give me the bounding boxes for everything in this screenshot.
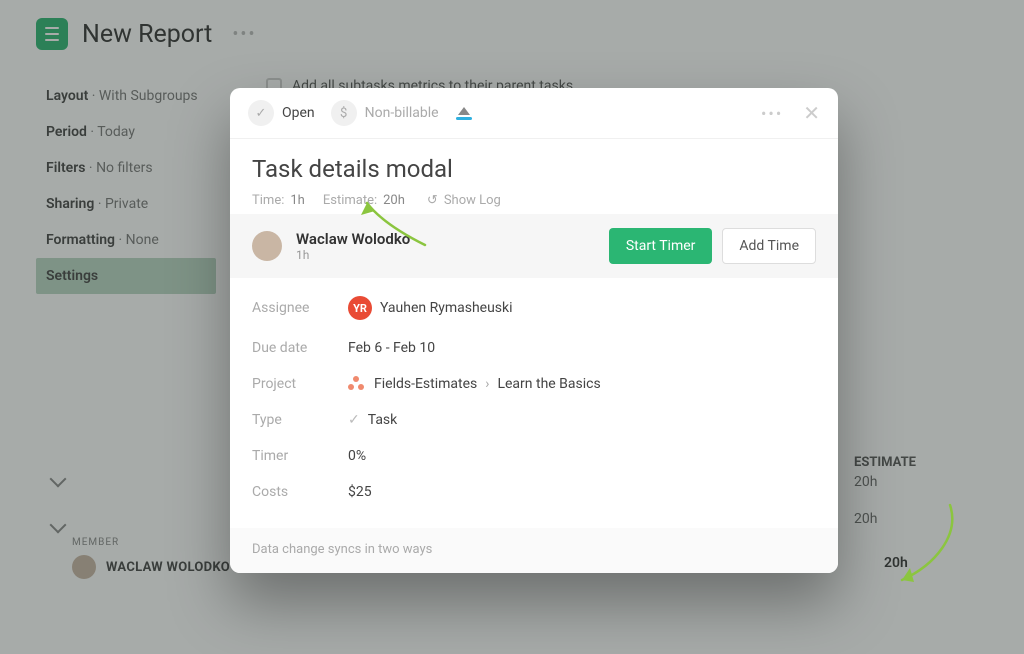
avatar-initials: YR (348, 296, 372, 320)
avatar (252, 231, 282, 261)
owner-time: 1h (296, 248, 410, 262)
project-icon (348, 378, 366, 390)
assignee-value[interactable]: YR Yauhen Rymasheuski (348, 296, 513, 320)
timer-value: 0% (348, 448, 366, 464)
time-label: Time: (252, 193, 284, 208)
check-icon: ✓ (348, 412, 360, 428)
close-button[interactable]: ✕ (803, 101, 820, 125)
paint-icon (455, 107, 473, 120)
modal-title: Task details modal (252, 155, 816, 183)
more-icon[interactable]: ••• (761, 104, 783, 123)
estimate-value: 20h (383, 193, 405, 208)
type-value[interactable]: ✓ Task (348, 412, 397, 428)
dollar-icon: $ (331, 100, 357, 126)
due-value[interactable]: Feb 6 - Feb 10 (348, 340, 435, 356)
costs-value: $25 (348, 484, 372, 500)
timer-label: Timer (252, 448, 348, 464)
chevron-right-icon: › (485, 376, 489, 392)
project-label: Project (252, 376, 348, 392)
history-icon: ↺ (427, 193, 438, 208)
estimate-label: Estimate: (323, 193, 377, 208)
check-icon: ✓ (248, 100, 274, 126)
project-value[interactable]: Fields-Estimates › Learn the Basics (348, 376, 601, 392)
time-value: 1h (290, 193, 304, 208)
assignee-label: Assignee (252, 300, 348, 316)
start-timer-button[interactable]: Start Timer (609, 228, 713, 264)
billable-pill[interactable]: $ Non-billable (331, 100, 439, 126)
status-pill[interactable]: ✓ Open (248, 100, 315, 126)
modal-footer-note: Data change syncs in two ways (230, 528, 838, 573)
owner-name: Waclaw Wolodko (296, 230, 410, 248)
show-log-link[interactable]: Show Log (444, 193, 501, 208)
costs-label: Costs (252, 484, 348, 500)
add-time-button[interactable]: Add Time (722, 228, 816, 264)
due-label: Due date (252, 340, 348, 356)
task-details-modal: ✓ Open $ Non-billable ••• ✕ Task details… (230, 88, 838, 573)
color-button[interactable] (455, 107, 473, 120)
type-label: Type (252, 412, 348, 428)
